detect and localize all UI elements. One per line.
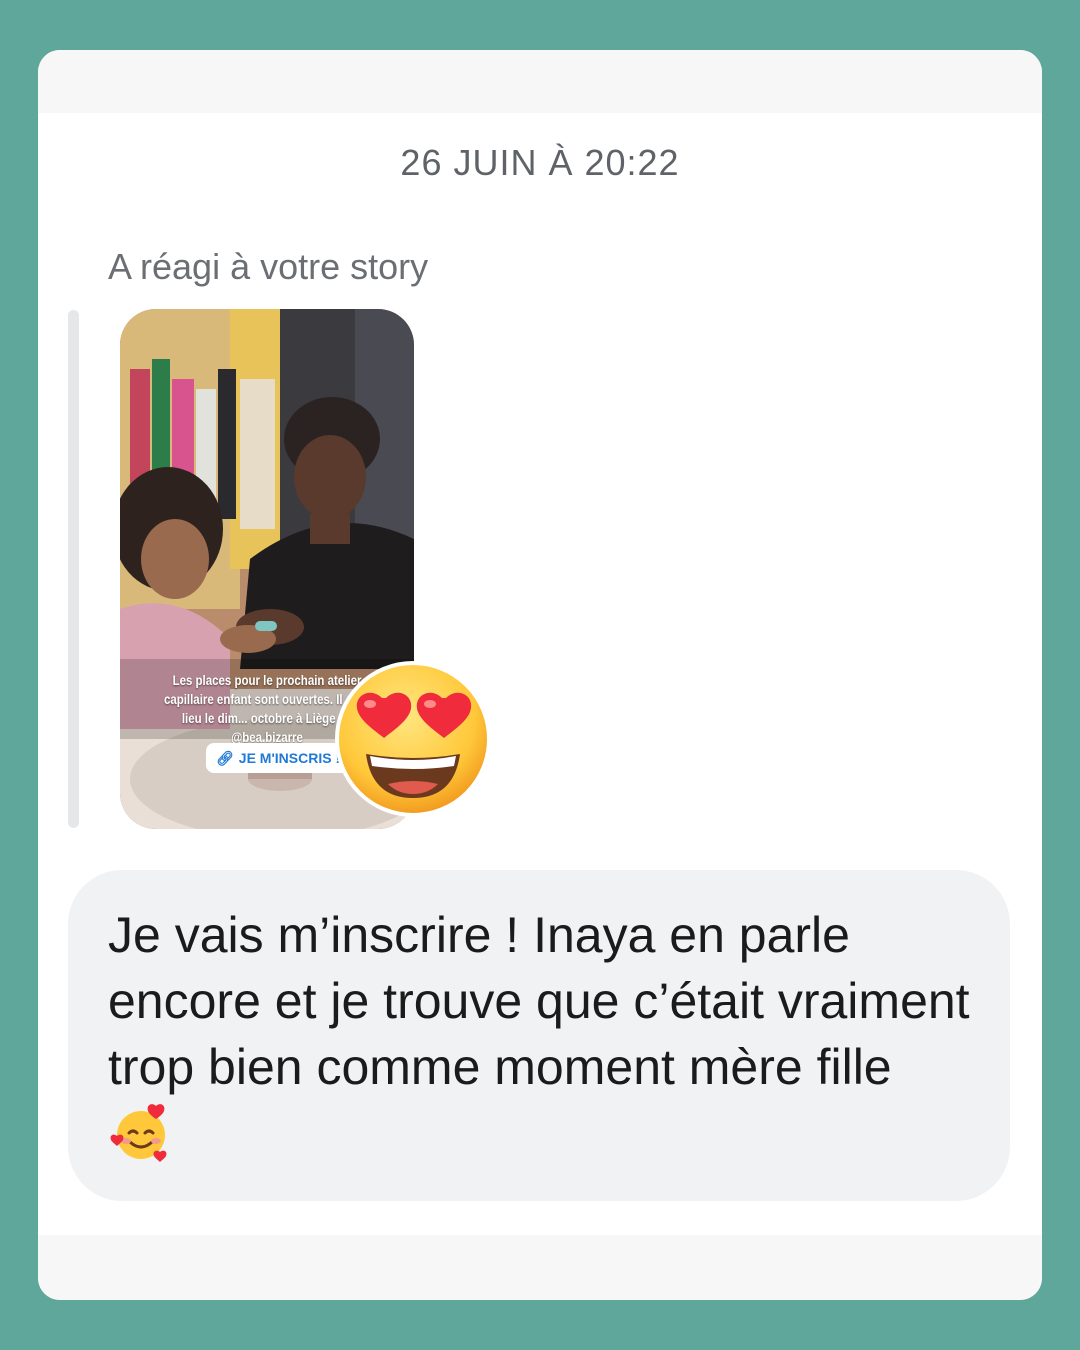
conversation-card: 26 JUIN À 20:22 A réagi à votre story Le…: [38, 50, 1042, 1300]
smiling-face-with-hearts-icon: [110, 1104, 167, 1162]
story-reaction-label: A réagi à votre story: [108, 246, 429, 287]
link-sticker-label: JE M'INSCRIS !: [238, 750, 341, 766]
message-body: Je vais m’inscrire ! Inaya en parle enco…: [108, 907, 970, 1095]
reply-quote-bar: [68, 310, 79, 828]
footer-strip: [38, 1235, 1042, 1300]
link-icon: 🔗︎: [216, 749, 234, 766]
heart-eyes-emoji-icon: [335, 661, 491, 817]
message-text: Je vais m’inscrire ! Inaya en parle enco…: [108, 902, 970, 1172]
message-bubble[interactable]: Je vais m’inscrire ! Inaya en parle enco…: [68, 870, 1010, 1201]
header-strip: [38, 50, 1042, 113]
story-link-sticker[interactable]: 🔗︎ JE M'INSCRIS !: [206, 743, 351, 773]
message-timestamp: 26 JUIN À 20:22: [400, 142, 680, 183]
